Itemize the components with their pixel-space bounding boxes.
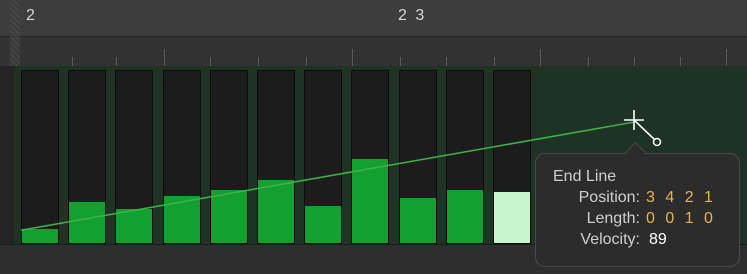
tooltip-length-row: Length: 0 0 1 0 <box>552 208 739 229</box>
info-tooltip: End Line Position: 3 4 2 1 Length: 0 0 1 0… <box>535 141 740 267</box>
note-velocity-bar[interactable] <box>163 196 200 243</box>
note-velocity-bar[interactable] <box>258 180 294 243</box>
velocity-label: Velocity: <box>580 231 640 248</box>
note-velocity-slot[interactable] <box>115 70 154 244</box>
ruler-tick <box>164 49 165 67</box>
note-velocity-slot[interactable] <box>68 70 107 244</box>
ruler-tick <box>726 49 727 67</box>
note-velocity-slot[interactable] <box>493 70 531 244</box>
note-velocity-bar[interactable] <box>399 198 436 243</box>
position-label: Position: <box>578 189 640 206</box>
length-label: Length: <box>586 210 640 227</box>
ruler-beat-row[interactable] <box>0 36 747 67</box>
bar-label-2-3: 2 3 <box>398 7 427 24</box>
note-velocity-slot[interactable] <box>398 70 437 244</box>
note-velocity-slot[interactable] <box>21 70 59 244</box>
note-velocity-slot[interactable] <box>351 70 390 244</box>
note-velocity-bar[interactable] <box>69 202 106 243</box>
tooltip-title: End Line <box>553 168 617 185</box>
note-velocity-slot[interactable] <box>257 70 295 244</box>
ruler-tick <box>540 49 541 67</box>
note-velocity-bar[interactable] <box>116 209 153 243</box>
bar-ruler[interactable]: 2 2 3 <box>0 0 747 67</box>
position-value: 3 4 2 1 <box>646 189 716 206</box>
velocity-value: 89 <box>649 231 667 248</box>
note-velocity-slot[interactable] <box>304 70 343 244</box>
note-velocity-slot[interactable] <box>445 70 484 244</box>
selected-note-velocity-bar[interactable] <box>494 192 530 243</box>
note-velocity-bar[interactable] <box>22 229 58 243</box>
note-velocity-slot[interactable] <box>162 70 201 244</box>
note-velocity-bar[interactable] <box>352 159 389 243</box>
ruler-tick <box>352 49 353 67</box>
length-value: 0 0 1 0 <box>646 210 716 227</box>
ruler-bar-row[interactable] <box>0 0 747 36</box>
note-velocity-bar[interactable] <box>446 190 483 243</box>
note-velocity-bar[interactable] <box>210 190 247 243</box>
playhead-marker[interactable] <box>10 0 20 66</box>
note-velocity-slot[interactable] <box>209 70 248 244</box>
bar-label-2: 2 <box>26 7 37 24</box>
note-velocity-bar[interactable] <box>305 206 342 243</box>
tooltip-velocity-row: Velocity: 89 <box>552 229 739 250</box>
tooltip-position-row: Position: 3 4 2 1 <box>552 187 739 208</box>
